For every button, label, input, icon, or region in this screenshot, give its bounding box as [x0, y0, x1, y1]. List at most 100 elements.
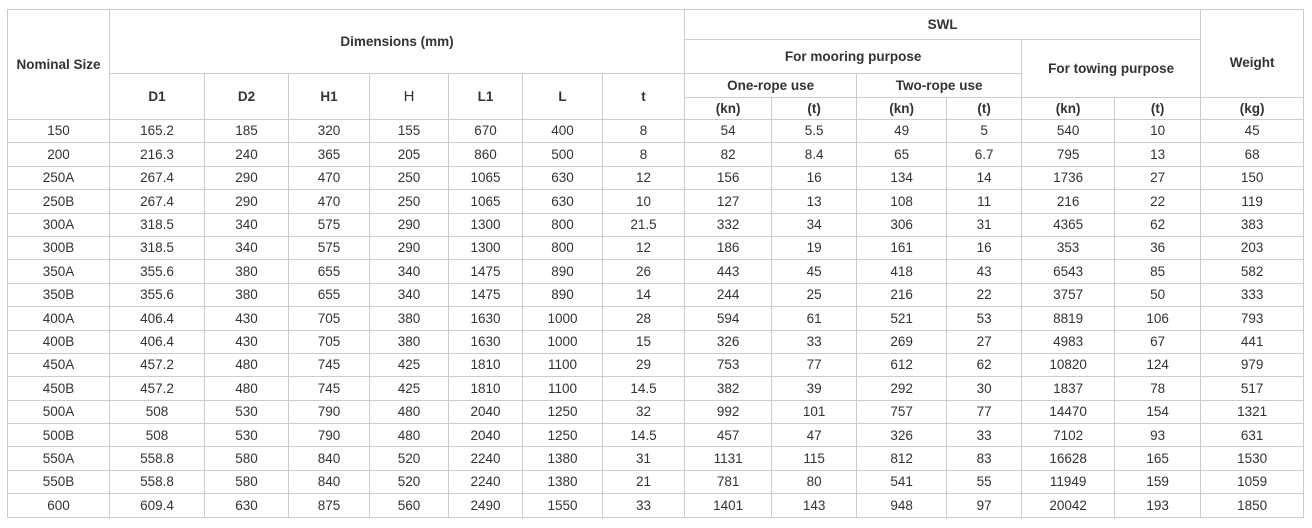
- cell-d2: 580: [204, 446, 289, 471]
- cell-one-rope-kn: 781: [684, 469, 773, 495]
- cell-towing-kn: 1837: [1021, 376, 1116, 401]
- cell-nominal-size: 500A: [7, 399, 110, 425]
- cell-d2: 380: [204, 259, 289, 284]
- cell-d2: 185: [204, 118, 289, 144]
- cell-l1: 1065: [448, 189, 523, 214]
- cell-one-rope-t: 47: [771, 423, 858, 448]
- cell-l: 1250: [522, 399, 603, 425]
- cell-l1: 1630: [448, 306, 523, 331]
- cell-h1: 790: [288, 423, 370, 448]
- cell-t: 21.5: [601, 212, 686, 237]
- cell-h: 520: [369, 469, 449, 495]
- cell-two-rope-kn: 812: [856, 446, 948, 471]
- cell-two-rope-kn: 326: [856, 423, 948, 448]
- cell-l: 630: [522, 165, 603, 191]
- swl-header: SWL: [684, 9, 1202, 40]
- cell-h: 340: [369, 282, 449, 308]
- cell-one-rope-kn: 326: [684, 329, 773, 354]
- cell-two-rope-kn: 65: [856, 142, 948, 167]
- table-row: 350A 355.6 380 655 340 1475 890 26 443 45 418 43 654…: [7, 259, 1305, 284]
- cell-two-rope-t: 11: [946, 189, 1023, 214]
- cell-d1: 508: [109, 423, 205, 448]
- cell-two-rope-t: 6.7: [946, 142, 1023, 167]
- cell-l1: 2040: [448, 399, 523, 425]
- cell-two-rope-kn: 269: [856, 329, 948, 354]
- cell-two-rope-t: 43: [946, 259, 1023, 284]
- cell-h: 250: [369, 189, 449, 214]
- cell-towing-kn: 20042: [1021, 493, 1116, 518]
- cell-h1: 320: [288, 118, 370, 144]
- cell-l: 500: [522, 142, 603, 167]
- cell-h: 480: [369, 399, 449, 425]
- cell-h1: 470: [288, 189, 370, 214]
- cell-two-rope-kn: 306: [856, 212, 948, 237]
- cell-two-rope-kn: 612: [856, 352, 948, 378]
- cell-one-rope-kn: 382: [684, 376, 773, 401]
- cell-towing-kn: 6543: [1021, 259, 1116, 284]
- cell-towing-t: 13: [1114, 142, 1202, 167]
- cell-two-rope-kn: 134: [856, 165, 948, 191]
- cell-l: 1380: [522, 446, 603, 471]
- cell-one-rope-t: 33: [771, 329, 858, 354]
- cell-l1: 2240: [448, 469, 523, 495]
- cell-towing-t: 154: [1114, 399, 1202, 425]
- cell-l1: 2490: [448, 493, 523, 518]
- cell-towing-t: 78: [1114, 376, 1202, 401]
- cell-h: 520: [369, 446, 449, 471]
- cell-d2: 340: [204, 235, 289, 261]
- cell-h1: 470: [288, 165, 370, 191]
- cell-towing-kn: 8819: [1021, 306, 1116, 331]
- cell-h1: 655: [288, 259, 370, 284]
- table-row: 250B 267.4 290 470 250 1065 630 10 127 13 108 11 216…: [7, 189, 1305, 214]
- cell-one-rope-kn: 457: [684, 423, 773, 448]
- cell-weight-kg: 333: [1200, 282, 1305, 308]
- cell-nominal-size: 400B: [7, 329, 110, 354]
- cell-l1: 1300: [448, 235, 523, 261]
- cell-two-rope-kn: 541: [856, 469, 948, 495]
- cell-two-rope-t: 30: [946, 376, 1023, 401]
- cell-h: 425: [369, 352, 449, 378]
- cell-d2: 430: [204, 329, 289, 354]
- cell-weight-kg: 68: [1200, 142, 1305, 167]
- unit-header-one-rope-t: (t): [771, 97, 858, 120]
- cell-l1: 1810: [448, 376, 523, 401]
- cell-h1: 745: [288, 352, 370, 378]
- cell-towing-t: 50: [1114, 282, 1202, 308]
- cell-weight-kg: 517: [1200, 376, 1305, 401]
- cell-one-rope-kn: 156: [684, 165, 773, 191]
- cell-one-rope-t: 101: [771, 399, 858, 425]
- cell-d1: 267.4: [109, 189, 205, 214]
- col-header-l: L: [522, 73, 603, 120]
- cell-nominal-size: 300A: [7, 212, 110, 237]
- unit-header-one-rope-kn: (kn): [684, 97, 773, 120]
- cell-h: 380: [369, 329, 449, 354]
- cell-d1: 558.8: [109, 469, 205, 495]
- cell-h1: 575: [288, 235, 370, 261]
- cell-towing-t: 165: [1114, 446, 1202, 471]
- cell-t: 29: [601, 352, 686, 378]
- cell-t: 14: [601, 282, 686, 308]
- cell-weight-kg: 1850: [1200, 493, 1305, 518]
- cell-towing-t: 67: [1114, 329, 1202, 354]
- cell-towing-t: 62: [1114, 212, 1202, 237]
- cell-d2: 480: [204, 352, 289, 378]
- table-row: 150 165.2 185 320 155 670 400 8 54 5.5 49 5 540 10 45: [7, 118, 1305, 144]
- cell-d1: 355.6: [109, 259, 205, 284]
- cell-two-rope-kn: 521: [856, 306, 948, 331]
- cell-one-rope-kn: 54: [684, 118, 773, 144]
- cell-nominal-size: 600: [7, 493, 110, 518]
- dimensions-header: Dimensions (mm): [108, 9, 686, 74]
- cell-nominal-size: 450B: [7, 376, 110, 401]
- cell-d2: 240: [204, 142, 289, 167]
- cell-towing-kn: 216: [1021, 189, 1116, 214]
- cell-weight-kg: 1530: [1200, 446, 1305, 471]
- table-row: 550A 558.8 580 840 520 2240 1380 31 1131 115 812 83…: [7, 446, 1305, 471]
- cell-h: 480: [369, 423, 449, 448]
- cell-h: 340: [369, 259, 449, 284]
- cell-one-rope-t: 45: [771, 259, 858, 284]
- cell-nominal-size: 550B: [7, 469, 110, 495]
- cell-weight-kg: 383: [1200, 212, 1305, 237]
- col-header-h1: H1: [288, 73, 370, 120]
- cell-two-rope-kn: 108: [856, 189, 948, 214]
- cell-one-rope-t: 115: [771, 446, 858, 471]
